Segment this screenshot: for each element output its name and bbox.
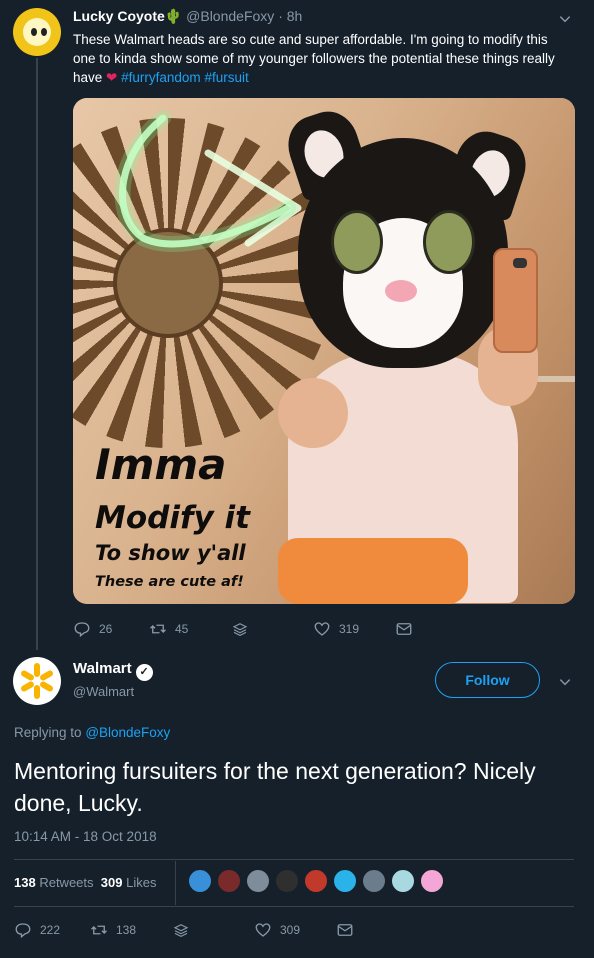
heart-icon: [255, 923, 271, 937]
reply-handle[interactable]: @Walmart: [73, 684, 134, 699]
parent-handle[interactable]: @BlondeFoxy: [186, 8, 274, 24]
liker-avatar[interactable]: [188, 869, 212, 893]
reply-icon: [15, 923, 31, 939]
like-button[interactable]: 319: [313, 620, 395, 638]
cactus-icon: 🌵: [164, 8, 183, 24]
verified-badge-icon: ✓: [135, 664, 153, 681]
divider: [14, 859, 574, 860]
avatar-eye: [31, 28, 37, 36]
like-button[interactable]: 309: [254, 921, 336, 939]
liker-avatar[interactable]: [333, 869, 357, 893]
dm-button[interactable]: [395, 620, 413, 638]
hashtag-link[interactable]: #furryfandom: [121, 70, 201, 85]
parent-action-bar: 26 45 319: [73, 620, 413, 638]
separator-dot: ·: [278, 8, 283, 24]
reply-action-bar: 222 138 309: [14, 921, 354, 939]
thread-connector-line: [36, 58, 38, 650]
walmart-spark-ray: [19, 680, 36, 693]
liker-avatar[interactable]: [275, 869, 299, 893]
stack-button[interactable]: [231, 620, 313, 638]
reply-tweet-text: Mentoring fursuiters for the next genera…: [14, 758, 536, 816]
like-count: 319: [339, 622, 360, 636]
stack-icon: [232, 623, 248, 637]
chevron-down-icon[interactable]: [558, 675, 572, 689]
liker-avatars: [188, 869, 444, 893]
walmart-spark-ray: [34, 663, 40, 677]
parent-display-name[interactable]: Lucky Coyote: [73, 8, 165, 24]
parent-time[interactable]: 8h: [287, 8, 303, 24]
retweets-label[interactable]: Retweets: [39, 875, 93, 890]
reply-count: 222: [40, 923, 61, 937]
liker-avatar[interactable]: [420, 869, 444, 893]
tweet-detail-page: Lucky Coyote🌵 @BlondeFoxy · 8h These Wal…: [0, 0, 594, 958]
reply-count: 26: [99, 622, 113, 636]
caption-line-3: To show y'all: [95, 541, 246, 565]
envelope-icon: [396, 623, 412, 635]
hashtag-link[interactable]: #fursuit: [204, 70, 248, 85]
retweet-button[interactable]: 45: [149, 620, 231, 638]
retweet-button[interactable]: 138: [90, 921, 172, 939]
walmart-spark-ray: [34, 685, 40, 699]
dm-button[interactable]: [336, 921, 354, 939]
liker-avatar[interactable]: [246, 869, 270, 893]
retweet-count: 45: [175, 622, 189, 636]
tweet-timestamp[interactable]: 10:14 AM - 18 Oct 2018: [14, 829, 157, 844]
walmart-avatar[interactable]: [13, 657, 61, 705]
retweet-icon: [150, 624, 166, 634]
parent-tweet-header: Lucky Coyote🌵 @BlondeFoxy · 8h: [73, 8, 302, 25]
envelope-icon: [337, 924, 353, 936]
likes-total[interactable]: 309: [101, 875, 123, 890]
parent-tweet-text: These Walmart heads are so cute and supe…: [73, 30, 573, 87]
replying-to-line: Replying to @BlondeFoxy: [14, 725, 170, 740]
retweet-icon: [91, 925, 107, 935]
reply-display-name[interactable]: Walmart: [73, 660, 132, 677]
engagement-stats: 138 Retweets 309 Likes: [14, 875, 156, 890]
likes-label[interactable]: Likes: [126, 875, 156, 890]
red-heart-icon: ❤: [106, 70, 118, 85]
reply-icon: [74, 622, 90, 638]
caption-line-4: These are cute af!: [95, 574, 244, 590]
heart-icon: [314, 622, 330, 636]
liker-avatar[interactable]: [362, 869, 386, 893]
replying-to-label: Replying to: [14, 725, 82, 740]
avatar-eye: [41, 28, 47, 36]
walmart-spark-ray: [38, 669, 55, 682]
chevron-down-icon[interactable]: [558, 12, 572, 26]
stack-icon: [173, 924, 189, 938]
reply-author-name-row: Walmart ✓: [73, 660, 153, 681]
divider: [14, 906, 574, 907]
caption-line-2: Modify it: [95, 500, 250, 536]
liker-avatar[interactable]: [304, 869, 328, 893]
walmart-spark-ray: [19, 669, 36, 682]
reply-button[interactable]: 26: [73, 620, 149, 638]
stack-button[interactable]: [172, 921, 254, 939]
replying-to-handle[interactable]: @BlondeFoxy: [85, 725, 170, 740]
tweet-photo[interactable]: Imma Modify it To show y'all These are c…: [73, 98, 575, 604]
retweets-total[interactable]: 138: [14, 875, 36, 890]
walmart-spark-ray: [38, 680, 55, 693]
liker-avatar[interactable]: [391, 869, 415, 893]
liker-avatar[interactable]: [217, 869, 241, 893]
stats-divider: [175, 861, 176, 905]
retweet-count: 138: [116, 923, 137, 937]
lucky-coyote-avatar[interactable]: [13, 8, 61, 56]
follow-button[interactable]: Follow: [435, 662, 540, 698]
caption-line-1: Imma: [95, 440, 227, 489]
like-count: 309: [280, 923, 301, 937]
reply-button[interactable]: 222: [14, 921, 90, 939]
